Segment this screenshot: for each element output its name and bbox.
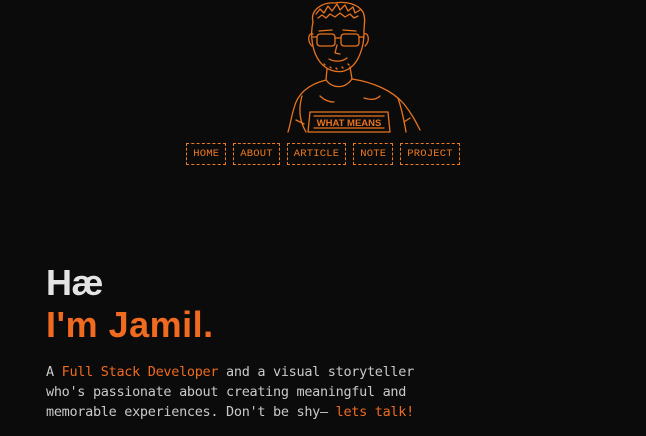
intro-prefix: A xyxy=(46,364,62,380)
shirt-print: WHAT MEANS xyxy=(317,118,382,129)
role-highlight: Full Stack Developer xyxy=(61,364,219,380)
greeting-heading: Hæ xyxy=(46,262,104,303)
nav-home[interactable]: HOME xyxy=(186,143,227,165)
hero-section: Hæ I'm Jamil. A Full Stack Developer and… xyxy=(46,262,606,436)
lets-talk-link[interactable]: lets talk! xyxy=(336,404,415,420)
nav-project[interactable]: PROJECT xyxy=(400,143,460,165)
main-nav: HOME ABOUT ARTICLE NOTE PROJECT xyxy=(0,143,646,165)
portrait-line-art-icon: WHAT MEANS xyxy=(287,1,421,133)
intro-paragraph: A Full Stack Developer and a visual stor… xyxy=(46,362,456,422)
nav-article[interactable]: ARTICLE xyxy=(286,143,347,165)
name-heading: I'm Jamil. xyxy=(46,304,214,345)
avatar: WHAT MEANS xyxy=(280,0,430,138)
nav-note[interactable]: NOTE xyxy=(353,143,394,165)
nav-about[interactable]: ABOUT xyxy=(233,143,280,165)
